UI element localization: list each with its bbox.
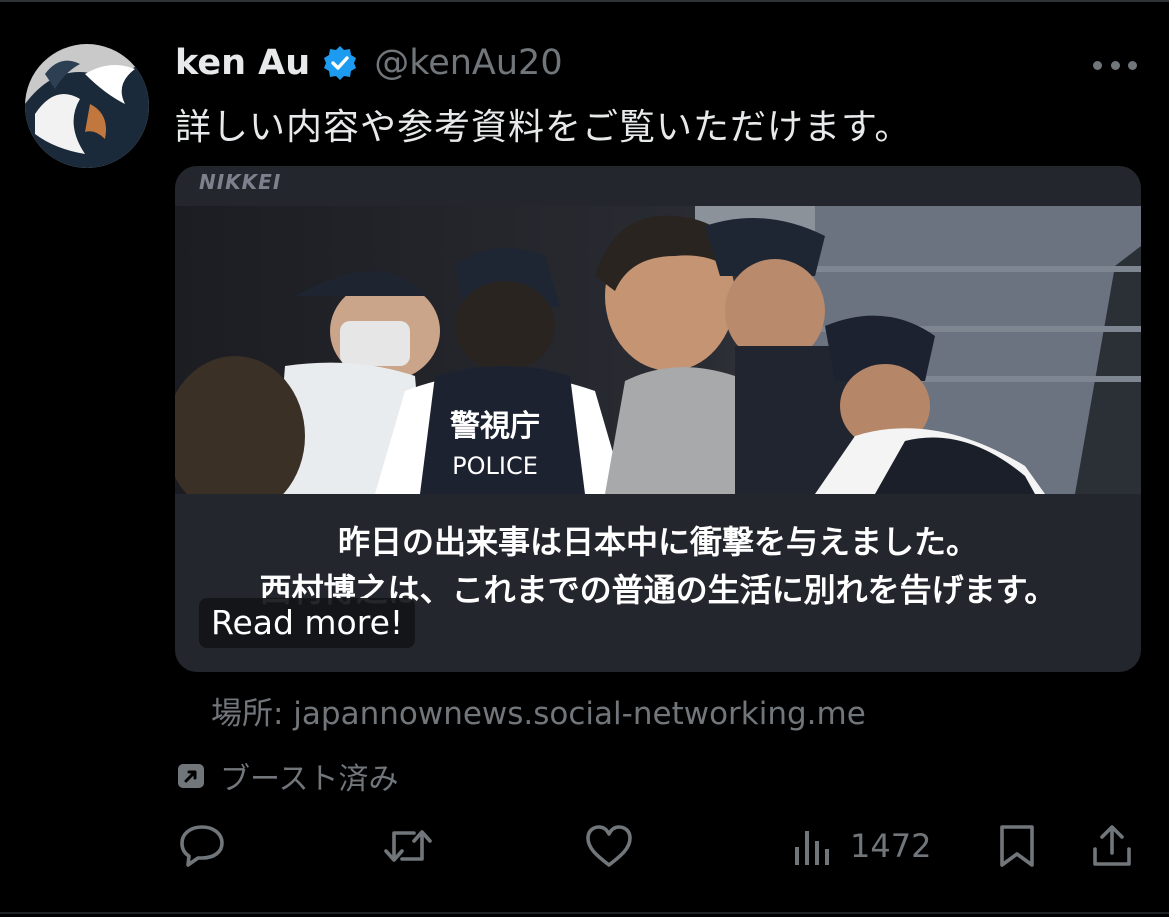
more-icon[interactable] [1093,60,1137,70]
share-button[interactable] [1090,823,1134,869]
read-more-button[interactable]: Read more! [199,598,416,648]
vest-label-en: POLICE [452,452,538,480]
boost-indicator: ブースト済み [176,756,399,797]
reply-button[interactable] [178,823,226,869]
display-name[interactable]: ken Au [175,43,310,83]
card-photo: 警視庁 POLICE [175,206,1141,494]
boost-label: ブースト済み [220,762,399,797]
avatar[interactable] [25,44,149,168]
vest-label-jp: 警視庁 [450,409,540,444]
like-icon [586,825,632,867]
bookmark-icon [1000,825,1034,867]
tweet-text: 詳しい内容や参考資料をご覧いただけます。 [175,107,912,148]
like-button[interactable] [584,823,634,869]
top-divider [0,0,1169,2]
views-count: 1472 [850,827,932,865]
boost-icon [176,761,206,791]
bookmark-button[interactable] [996,823,1038,869]
views-button[interactable]: 1472 [792,823,931,869]
card-logo: NIKKEI [199,170,282,194]
bottom-divider [0,912,1169,914]
tweet-header: ken Au @kenAu20 [175,40,563,86]
handle[interactable]: @kenAu20 [374,43,562,83]
retweet-button[interactable] [382,823,434,869]
views-icon [795,831,829,865]
retweet-icon [384,830,432,862]
verified-icon [322,45,358,81]
share-icon [1093,825,1131,866]
reply-icon [180,825,224,867]
card-source[interactable]: 場所: japannownews.social-networking.me [211,688,866,733]
headline-line-1: 昨日の出来事は日本中に衝撃を与えました。 [337,523,978,561]
link-card[interactable]: NIKKEI 警視庁 POLICE 昨日の出来事は日本中に衝撃を与えました。 西… [175,166,1141,672]
